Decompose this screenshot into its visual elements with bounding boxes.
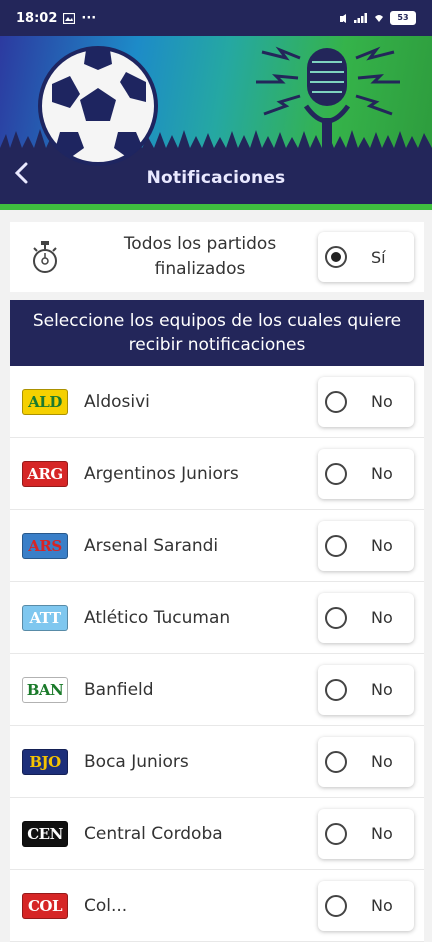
team-row: ATT Atlético Tucuman No	[10, 582, 424, 654]
team-option-label: No	[371, 680, 393, 699]
header-divider	[0, 204, 432, 210]
team-option-label: No	[371, 392, 393, 411]
team-row: BAN Banfield No	[10, 654, 424, 726]
notifications-content: Todos los partidos finalizados Sí Selecc…	[10, 222, 424, 942]
soccer-ball-icon	[38, 46, 158, 166]
radio-unselected-icon	[325, 534, 347, 557]
radio-unselected-icon	[325, 894, 347, 917]
all-matches-row: Todos los partidos finalizados Sí	[10, 222, 424, 292]
team-row: ALD Aldosivi No	[10, 366, 424, 438]
status-bar: 18:02 ··· 53	[0, 0, 432, 36]
team-row: COL Col... No	[10, 870, 424, 942]
team-name: Atlético Tucuman	[84, 607, 231, 628]
instruction-line1: Seleccione los equipos de los cuales qui…	[32, 311, 402, 331]
team-option-label: No	[371, 824, 393, 843]
team-toggle[interactable]: No	[318, 664, 414, 715]
team-badge: COL	[22, 892, 68, 919]
team-name: Banfield	[84, 679, 154, 700]
team-option-label: No	[371, 608, 393, 627]
wifi-icon	[375, 15, 383, 22]
team-toggle[interactable]: No	[318, 736, 414, 787]
radio-selected-icon	[325, 246, 347, 268]
team-toggle[interactable]: No	[318, 376, 414, 427]
team-badge: ALD	[22, 388, 68, 415]
top-nav-bar: Notificaciones	[0, 148, 432, 208]
team-name: Aldosivi	[84, 391, 150, 412]
radio-unselected-icon	[325, 390, 347, 413]
team-list: ALD Aldosivi No ARG Argentinos Juniors N…	[10, 366, 424, 942]
all-matches-toggle[interactable]: Sí	[318, 232, 414, 282]
all-matches-label-line1: Todos los partidos	[123, 234, 277, 254]
team-badge: ARG	[22, 460, 68, 487]
team-badge: BAN	[22, 676, 68, 703]
team-toggle[interactable]: No	[318, 448, 414, 499]
team-toggle[interactable]: No	[318, 880, 414, 931]
microphone-icon	[256, 46, 400, 152]
team-name: Central Cordoba	[84, 823, 223, 844]
battery-icon: 53	[390, 11, 416, 25]
all-matches-option-label: Sí	[371, 247, 386, 267]
all-matches-label-line2: finalizados	[154, 259, 246, 279]
team-name: Col...	[84, 895, 128, 916]
team-row: CEN Central Cordoba No	[10, 798, 424, 870]
team-badge: CEN	[22, 820, 68, 847]
radio-unselected-icon	[325, 462, 347, 485]
team-option-label: No	[371, 896, 393, 915]
header-banner: Notificaciones	[0, 36, 432, 210]
chevron-left-icon	[14, 162, 28, 184]
mute-icon	[340, 13, 346, 23]
team-name: Arsenal Sarandi	[84, 535, 219, 556]
team-row: ARS Arsenal Sarandi No	[10, 510, 424, 582]
instruction-line2: recibir notificaciones	[128, 335, 306, 355]
team-option-label: No	[371, 536, 393, 555]
team-row: BJO Boca Juniors No	[10, 726, 424, 798]
all-matches-label: Todos los partidos finalizados	[80, 232, 320, 282]
stopwatch-icon	[10, 240, 80, 274]
radio-unselected-icon	[325, 678, 347, 701]
team-name: Boca Juniors	[84, 751, 189, 772]
status-more-dots: ···	[81, 10, 97, 26]
radio-unselected-icon	[325, 606, 347, 629]
page-title: Notificaciones	[146, 168, 286, 188]
signal-icon	[354, 13, 367, 23]
team-badge: ARS	[22, 532, 68, 559]
status-time: 18:02	[16, 10, 58, 26]
team-toggle[interactable]: No	[318, 592, 414, 643]
team-toggle[interactable]: No	[318, 520, 414, 571]
radio-unselected-icon	[325, 750, 347, 773]
back-button[interactable]	[14, 162, 42, 190]
team-toggle[interactable]: No	[318, 808, 414, 859]
radio-unselected-icon	[325, 822, 347, 845]
team-option-label: No	[371, 752, 393, 771]
team-name: Argentinos Juniors	[84, 463, 239, 484]
team-selection-instruction: Seleccione los equipos de los cuales qui…	[10, 300, 424, 366]
team-badge: ATT	[22, 604, 68, 631]
team-row: ARG Argentinos Juniors No	[10, 438, 424, 510]
team-badge: BJO	[22, 748, 68, 775]
gallery-icon	[63, 12, 76, 24]
team-option-label: No	[371, 464, 393, 483]
